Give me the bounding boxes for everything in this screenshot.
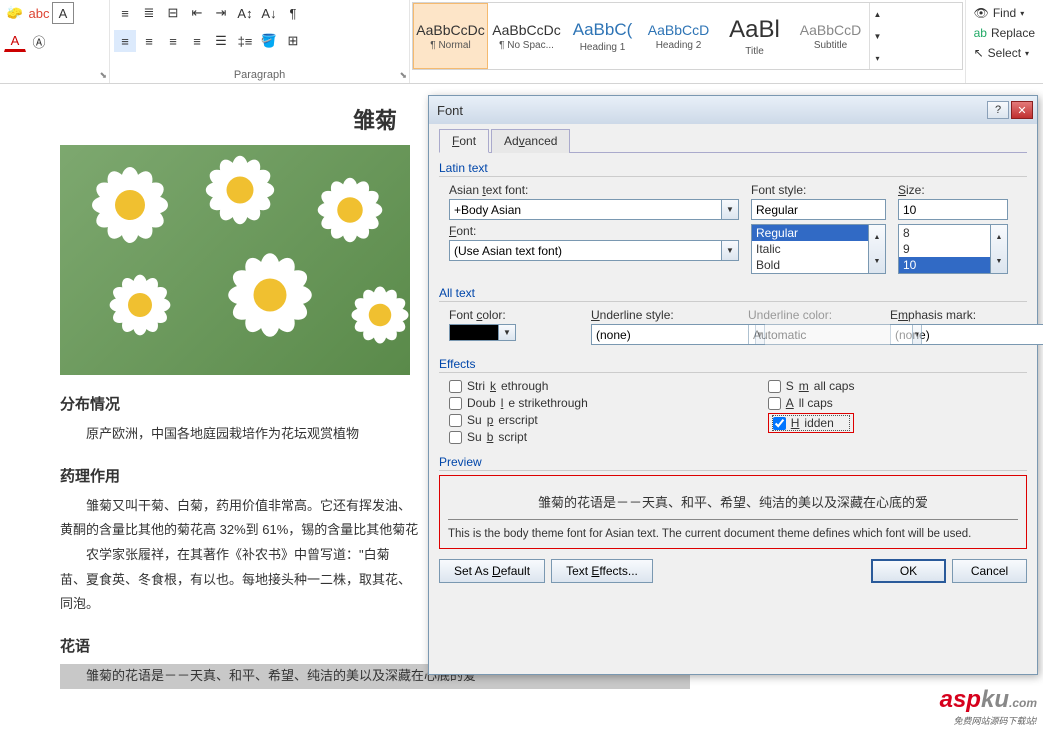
double-strike-checkbox[interactable]: Double strikethrough <box>449 396 588 410</box>
bullets-icon[interactable]: ≡ <box>114 2 136 24</box>
dialog-launcher-icon[interactable]: ⬊ <box>399 70 407 81</box>
tab-advanced[interactable]: Advanced <box>491 129 570 153</box>
preview-group: Preview 雏菊的花语是－－天真、和平、希望、纯洁的美以及深藏在心底的爱 T… <box>439 455 1027 549</box>
justify-icon[interactable]: ≡ <box>186 30 208 52</box>
line-spacing-icon[interactable]: ‡≡ <box>234 30 256 52</box>
asian-font-label: Asian text font: <box>449 183 739 197</box>
chevron-down-icon[interactable]: ▼ <box>722 199 739 220</box>
numbering-icon[interactable]: ≣ <box>138 2 160 24</box>
superscript-checkbox[interactable]: Superscript <box>449 413 588 427</box>
underline-style-combo[interactable]: ▼ <box>591 324 736 345</box>
effects-group: Effects Strikethrough Double strikethrou… <box>439 357 1027 449</box>
clear-format-icon[interactable]: 🧽 <box>4 2 26 24</box>
set-default-button[interactable]: Set As Default <box>439 559 545 583</box>
dialog-title: Font <box>437 103 463 118</box>
paragraph-group: ≡ ≣ ⊟ ⇤ ⇥ A↕ A↓ ¶ ≡ ≡ ≡ ≡ ☰ ‡≡ 🪣 ⊞ Parag… <box>110 0 410 83</box>
sort-icon[interactable]: A↓ <box>258 2 280 24</box>
char-shading-icon[interactable]: abc <box>28 2 50 24</box>
ok-button[interactable]: OK <box>871 559 946 583</box>
hidden-checkbox[interactable]: Hidden <box>773 416 850 430</box>
cursor-icon: ↖ <box>974 46 984 60</box>
styles-gallery[interactable]: AaBbCcDc¶ NormalAaBbCcDc¶ No Spac...AaBb… <box>412 2 963 70</box>
help-icon[interactable]: ? <box>987 101 1009 119</box>
font-color-icon[interactable]: A <box>4 30 26 52</box>
small-caps-checkbox[interactable]: Small caps <box>768 379 855 393</box>
dialog-launcher-icon[interactable]: ⬊ <box>99 70 107 81</box>
font-group: 🧽 abc A A Ⓐ ⬊ <box>0 0 110 83</box>
shading-icon[interactable]: 🪣 <box>258 30 280 52</box>
scroll-up-icon[interactable]: ▲ <box>991 225 1007 249</box>
asian-font-combo[interactable]: ▼ <box>449 199 739 220</box>
font-color-combo[interactable]: ▼ <box>449 324 579 341</box>
dialog-tabs: Font Advanced <box>439 128 1027 153</box>
emphasis-label: Emphasis mark: <box>890 308 1000 322</box>
text-dir-icon[interactable]: A↕ <box>234 2 256 24</box>
more-styles-icon[interactable]: ▾ <box>870 47 885 69</box>
font-dialog: Font ? ✕ Font Advanced Latin text Asian … <box>428 95 1038 675</box>
chevron-down-icon[interactable]: ▼ <box>722 240 739 261</box>
close-icon[interactable]: ✕ <box>1011 101 1033 119</box>
dialog-titlebar[interactable]: Font ? ✕ <box>429 96 1037 124</box>
preview-sample: 雏菊的花语是－－天真、和平、希望、纯洁的美以及深藏在心底的爱 <box>448 484 1018 520</box>
style-item[interactable]: AaBbCcDc¶ Normal <box>413 3 488 69</box>
font-style-input[interactable] <box>751 199 886 220</box>
underline-style-label: Underline style: <box>591 308 736 322</box>
align-left-icon[interactable]: ≡ <box>114 30 136 52</box>
dec-indent-icon[interactable]: ⇤ <box>186 2 208 24</box>
distribute-icon[interactable]: ☰ <box>210 30 232 52</box>
font-color-label: Font color: <box>449 308 579 322</box>
align-right-icon[interactable]: ≡ <box>162 30 184 52</box>
scroll-up-icon[interactable]: ▲ <box>869 225 885 249</box>
chevron-down-icon: ▼ <box>913 324 922 345</box>
cancel-button[interactable]: Cancel <box>952 559 1027 583</box>
inc-indent-icon[interactable]: ⇥ <box>210 2 232 24</box>
scroll-down-icon[interactable]: ▼ <box>870 25 885 47</box>
underline-color-combo: ▼ <box>748 324 878 345</box>
multilevel-icon[interactable]: ⊟ <box>162 2 184 24</box>
style-item[interactable]: AaBbCcDSubtitle <box>793 3 868 69</box>
text-effects-button[interactable]: Text Effects... <box>551 559 653 583</box>
size-label: Size: <box>898 183 1008 197</box>
font-style-list[interactable]: RegularItalicBold <box>751 224 869 274</box>
style-item[interactable]: AaBbCcDc¶ No Spac... <box>489 3 564 69</box>
scroll-down-icon[interactable]: ▼ <box>991 249 1007 273</box>
scroll-down-icon[interactable]: ▼ <box>869 249 885 273</box>
font-label: Font: <box>449 224 739 238</box>
style-item[interactable]: AaBbCcDHeading 2 <box>641 3 716 69</box>
all-caps-checkbox[interactable]: All caps <box>768 396 855 410</box>
find-button[interactable]: 👁Find ▾ <box>970 4 1039 22</box>
align-center-icon[interactable]: ≡ <box>138 30 160 52</box>
size-list[interactable]: 8910 <box>898 224 991 274</box>
borders-icon[interactable]: ⊞ <box>282 30 304 52</box>
style-item[interactable]: AaBlTitle <box>717 3 792 69</box>
ribbon: 🧽 abc A A Ⓐ ⬊ ≡ ≣ ⊟ ⇤ ⇥ A↕ A↓ ¶ ≡ ≡ ≡ ≡ … <box>0 0 1043 84</box>
char-border-icon[interactable]: A <box>52 2 74 24</box>
underline-color-label: Underline color: <box>748 308 878 322</box>
size-input[interactable] <box>898 199 1008 220</box>
scroll-up-icon[interactable]: ▲ <box>870 3 885 25</box>
replace-button[interactable]: abReplace <box>970 24 1039 42</box>
font-style-label: Font style: <box>751 183 886 197</box>
preview-description: This is the body theme font for Asian te… <box>448 528 1018 540</box>
select-button[interactable]: ↖Select ▾ <box>970 44 1039 62</box>
document-image <box>60 145 410 375</box>
subscript-checkbox[interactable]: Subscript <box>449 430 588 444</box>
styles-group: AaBbCcDc¶ NormalAaBbCcDc¶ No Spac...AaBb… <box>410 0 966 83</box>
tab-font[interactable]: Font <box>439 129 489 153</box>
enclose-char-icon[interactable]: Ⓐ <box>28 30 50 52</box>
binoculars-icon: 👁 <box>974 6 989 20</box>
latin-text-group: Latin text Asian text font: ▼ Font style… <box>439 161 1027 280</box>
font-combo[interactable]: ▼ <box>449 240 739 261</box>
strikethrough-checkbox[interactable]: Strikethrough <box>449 379 588 393</box>
all-text-group: All text Font color: ▼ Underline style: … <box>439 286 1027 351</box>
chevron-down-icon[interactable]: ▼ <box>499 324 516 341</box>
watermark: aspku.com 免费网站源码下载站! <box>940 686 1037 727</box>
editing-group: 👁Find ▾ abReplace ↖Select ▾ <box>966 0 1043 83</box>
replace-icon: ab <box>974 26 987 40</box>
show-marks-icon[interactable]: ¶ <box>282 2 304 24</box>
paragraph-label: Paragraph <box>110 67 409 83</box>
style-item[interactable]: AaBbC(Heading 1 <box>565 3 640 69</box>
